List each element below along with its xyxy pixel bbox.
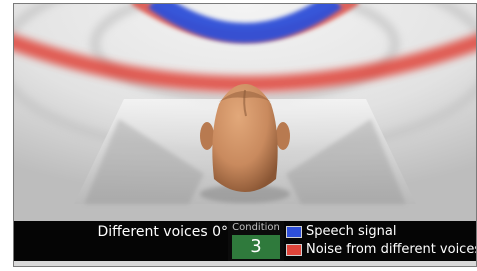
- noise-swatch: [286, 244, 302, 256]
- speech-swatch: [286, 226, 302, 238]
- condition-box: Condition 3: [228, 221, 284, 261]
- illustration-frame: Different voices 0° Condition 3 Speech s…: [13, 3, 477, 267]
- right-ear: [276, 122, 290, 150]
- caption-bar: Different voices 0° Condition 3 Speech s…: [14, 221, 476, 261]
- legend-label-speech: Speech signal: [306, 224, 397, 239]
- listening-scene: [14, 4, 476, 221]
- condition-label: Condition: [232, 222, 280, 233]
- condition-number: 3: [232, 235, 280, 259]
- condition-description: Different voices 0°: [97, 224, 228, 240]
- left-ear: [200, 122, 214, 150]
- legend-label-noise: Noise from different voices: [306, 242, 477, 257]
